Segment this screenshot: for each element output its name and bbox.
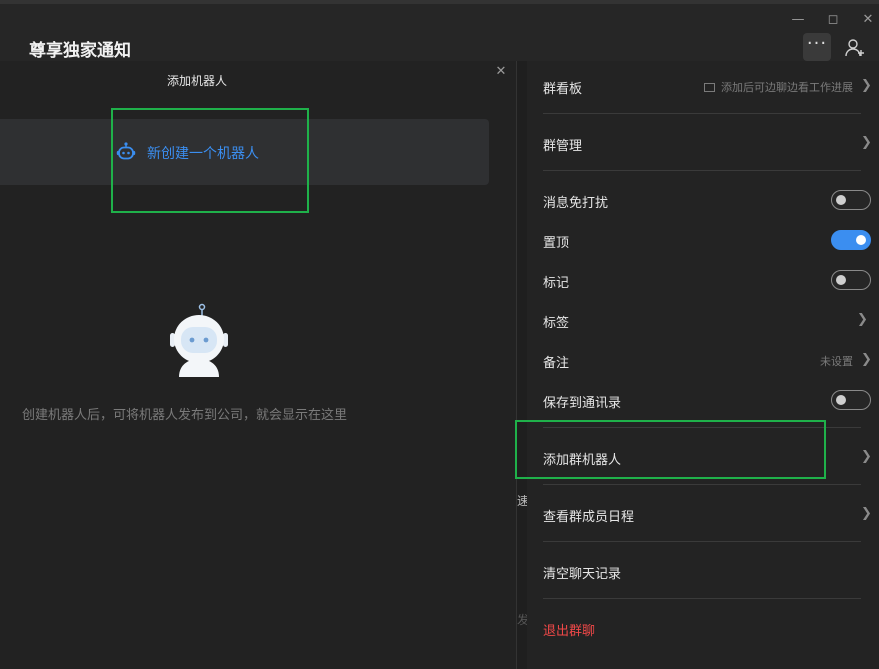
toggle-knob	[856, 234, 866, 245]
close-window-icon[interactable]: ✕	[858, 10, 878, 30]
divider	[543, 113, 861, 114]
group-board-hint-text: 添加后可边聊边看工作进展	[721, 81, 853, 94]
divider	[543, 170, 861, 171]
group-settings-panel: 群看板 添加后可边聊边看工作进展 ❯ 群管理 ❯ 消息免打扰 置顶 标记 标签 …	[527, 61, 879, 669]
title-bar: 尊享独家通知 — ◻ ✕ ···	[0, 0, 879, 61]
pin-toggle[interactable]	[831, 230, 871, 250]
mark-toggle[interactable]	[831, 270, 871, 290]
more-options-button[interactable]: ···	[803, 33, 831, 61]
group-board-label: 群看板	[543, 82, 583, 97]
pin-label: 置顶	[543, 236, 570, 251]
add-robot-dialog: 添加机器人 ✕ 新创建一个机器人 创建机器人后，可将机器人发布到公司，就会显示在…	[0, 61, 517, 669]
mark-label: 标记	[543, 276, 570, 291]
robot-illustration-icon	[170, 303, 228, 377]
toggle-knob	[836, 194, 846, 205]
save-contacts-toggle[interactable]	[831, 390, 871, 410]
member-schedule-label: 查看群成员日程	[543, 510, 635, 525]
chat-title: 尊享独家通知	[29, 41, 131, 61]
dialog-title: 添加机器人	[166, 74, 227, 88]
remark-label: 备注	[543, 356, 570, 371]
tags-label: 标签	[543, 316, 570, 331]
minimize-icon[interactable]: —	[788, 10, 808, 30]
divider	[543, 484, 861, 485]
mute-label: 消息免打扰	[543, 196, 609, 211]
empty-state-text: 创建机器人后，可将机器人发布到公司，就会显示在这里	[22, 408, 348, 423]
toggle-knob	[836, 274, 846, 285]
highlight-box	[515, 420, 826, 479]
chevron-right-icon: ❯	[861, 135, 872, 150]
maximize-icon[interactable]: ◻	[823, 10, 843, 30]
board-icon	[704, 83, 715, 92]
chevron-right-icon: ❯	[857, 312, 868, 327]
add-member-icon[interactable]	[845, 37, 867, 59]
highlight-box	[111, 108, 309, 213]
clear-history-label: 清空聊天记录	[543, 567, 622, 582]
divider	[543, 598, 861, 599]
mute-toggle[interactable]	[831, 190, 871, 210]
save-contacts-label: 保存到通讯录	[543, 396, 622, 411]
toggle-knob	[836, 394, 846, 405]
chevron-right-icon: ❯	[861, 352, 872, 367]
group-board-hint: 添加后可边聊边看工作进展	[704, 79, 853, 95]
chevron-right-icon: ❯	[861, 78, 872, 93]
chevron-right-icon: ❯	[861, 506, 872, 521]
divider	[543, 541, 861, 542]
group-manage-label: 群管理	[543, 139, 583, 154]
leave-group-label: 退出群聊	[543, 624, 596, 639]
chevron-right-icon: ❯	[861, 449, 872, 464]
dialog-close-icon[interactable]: ✕	[494, 65, 508, 79]
remark-hint: 未设置	[820, 355, 853, 368]
